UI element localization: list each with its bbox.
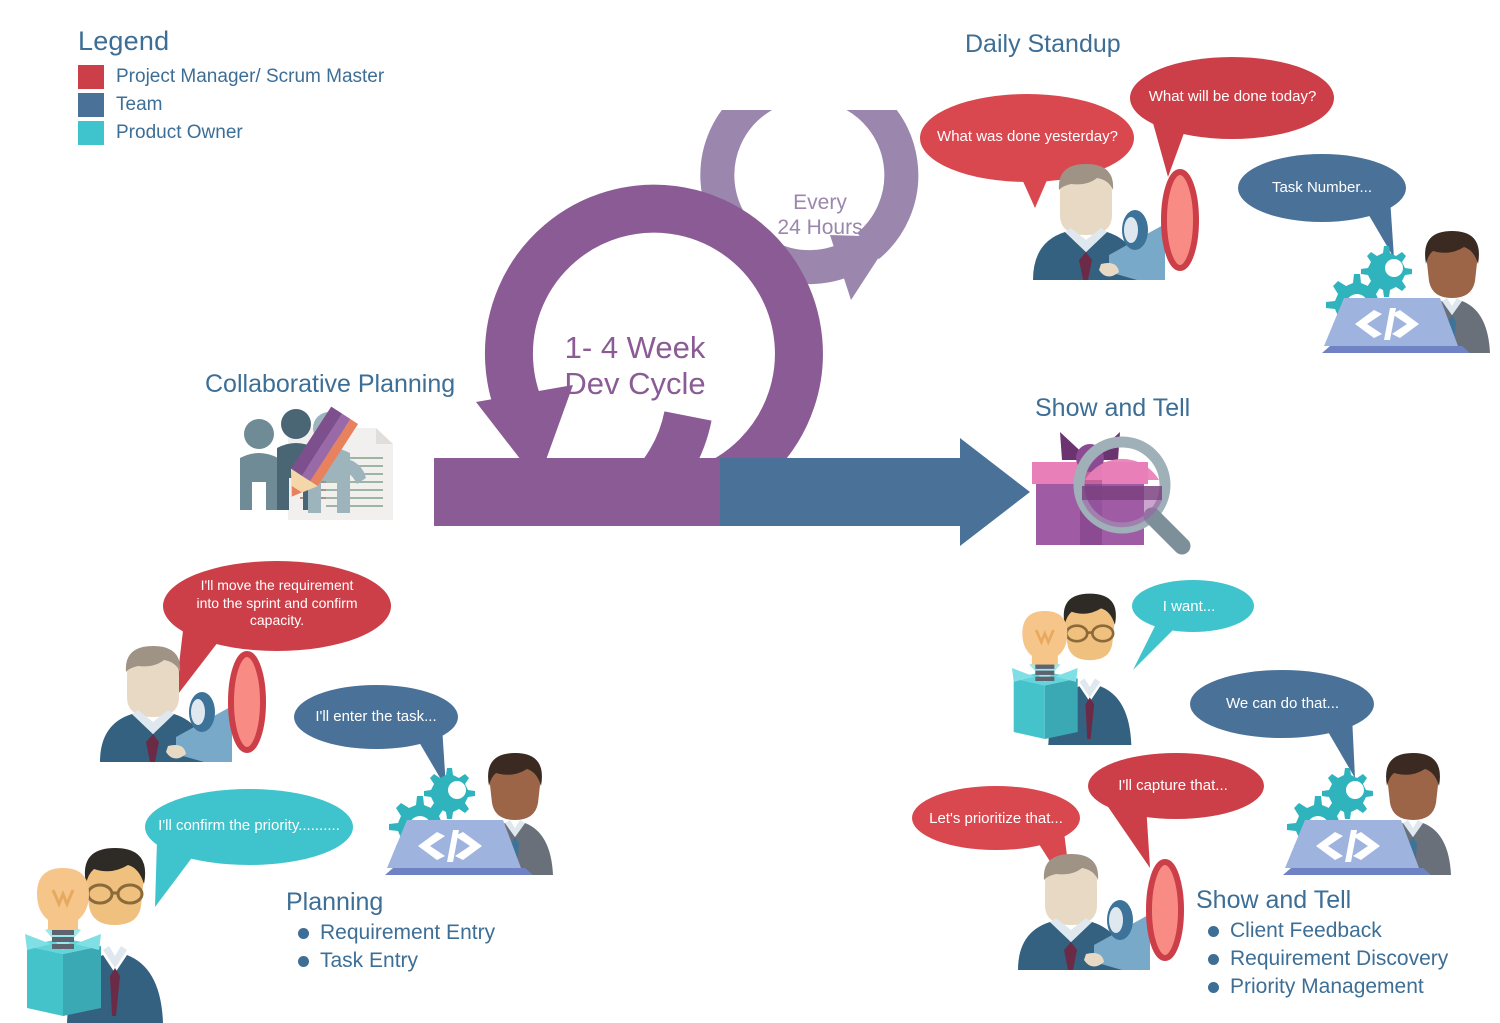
bubble-planning-enter: I'll enter the task... (294, 682, 458, 788)
show-and-tell-bullet-item: Client Feedback (1196, 919, 1448, 943)
planning-bullet-label: Requirement Entry (320, 921, 496, 944)
bullet-dot-icon (298, 927, 309, 939)
bubble-standup-today: What will be done today? (1130, 55, 1335, 177)
bubble-show-prioritize: Let's prioritize that... (912, 784, 1080, 896)
megaphone-person-icon (1033, 164, 1199, 280)
megaphone (1084, 859, 1184, 970)
megaphone (166, 651, 266, 762)
legend-label-project-manager: Project Manager/ Scrum Master (116, 65, 385, 87)
bubble-show-capture: I'll capture that... (1088, 750, 1264, 868)
scrum-process-diagram: Legend Project Manager/ Scrum Master Tea… (0, 0, 1500, 1023)
planning-bullets: Requirement Entry Task Entry (286, 921, 495, 973)
lightbulb-box-person-icon (25, 848, 163, 1023)
planning-bullet-item: Task Entry (286, 949, 495, 973)
bubble-show-cando: We can do that... (1190, 666, 1375, 778)
developer-laptop-icon (1283, 753, 1451, 875)
megaphone (1099, 169, 1199, 280)
daily-cycle-label: Every 24 Hours (740, 190, 900, 240)
sprint-arrow-left (434, 410, 720, 526)
show-and-tell-bullet-item: Priority Management (1196, 975, 1448, 999)
show-and-tell-bullet-label: Priority Management (1230, 975, 1424, 998)
show-and-tell-bullet-item: Requirement Discovery (1196, 947, 1448, 971)
bubble-standup-task: Task Number... (1238, 148, 1406, 258)
bullet-dot-icon (1208, 981, 1219, 993)
developer-laptop-icon (385, 753, 553, 875)
planning-title: Planning (286, 888, 384, 916)
dev-cycle-line2: Dev Cycle (564, 365, 706, 401)
show-and-tell-bullet-label: Requirement Discovery (1230, 947, 1449, 970)
planning-bullet-item: Requirement Entry (286, 921, 495, 945)
show-and-tell-top-title: Show and Tell (1035, 394, 1191, 422)
bullet-dot-icon (298, 955, 309, 967)
legend-item-project-manager: Project Manager/ Scrum Master (78, 63, 498, 90)
lightbulb-box-person-icon (1011, 593, 1132, 745)
planning-section: Planning Requirement Entry Task Entry (286, 888, 495, 973)
show-and-tell-bullet-label: Client Feedback (1230, 919, 1382, 942)
bullet-dot-icon (1208, 925, 1219, 937)
gift-magnifier-icon (1032, 432, 1191, 555)
dev-cycle-label: 1- 4 Week Dev Cycle (520, 330, 750, 401)
legend-label-product-owner: Product Owner (116, 121, 243, 143)
dev-cycle-line1: 1- 4 Week (564, 330, 706, 365)
people-document-pencil-icon (240, 406, 393, 520)
bullet-dot-icon (1208, 953, 1219, 965)
daily-cycle-line1: Every (793, 191, 847, 214)
daily-standup-title: Daily Standup (965, 30, 1121, 58)
legend-swatch-blue (78, 92, 104, 117)
legend-swatch-red (78, 64, 104, 89)
show-and-tell-bottom-section: Show and Tell Client Feedback Requiremen… (1196, 886, 1448, 999)
show-and-tell-bottom-title: Show and Tell (1196, 886, 1352, 914)
show-and-tell-bullets: Client Feedback Requirement Discovery Pr… (1196, 919, 1448, 999)
daily-cycle-line2: 24 Hours (777, 216, 863, 240)
megaphone-person-icon (1018, 854, 1184, 970)
planning-bullet-label: Task Entry (320, 949, 419, 972)
collaborative-planning-title: Collaborative Planning (205, 370, 456, 398)
legend-label-team: Team (116, 93, 163, 115)
legend-title: Legend (78, 26, 170, 56)
legend-swatch-cyan (78, 120, 104, 145)
megaphone-person-icon (100, 646, 266, 762)
developer-laptop-icon (1322, 231, 1490, 353)
